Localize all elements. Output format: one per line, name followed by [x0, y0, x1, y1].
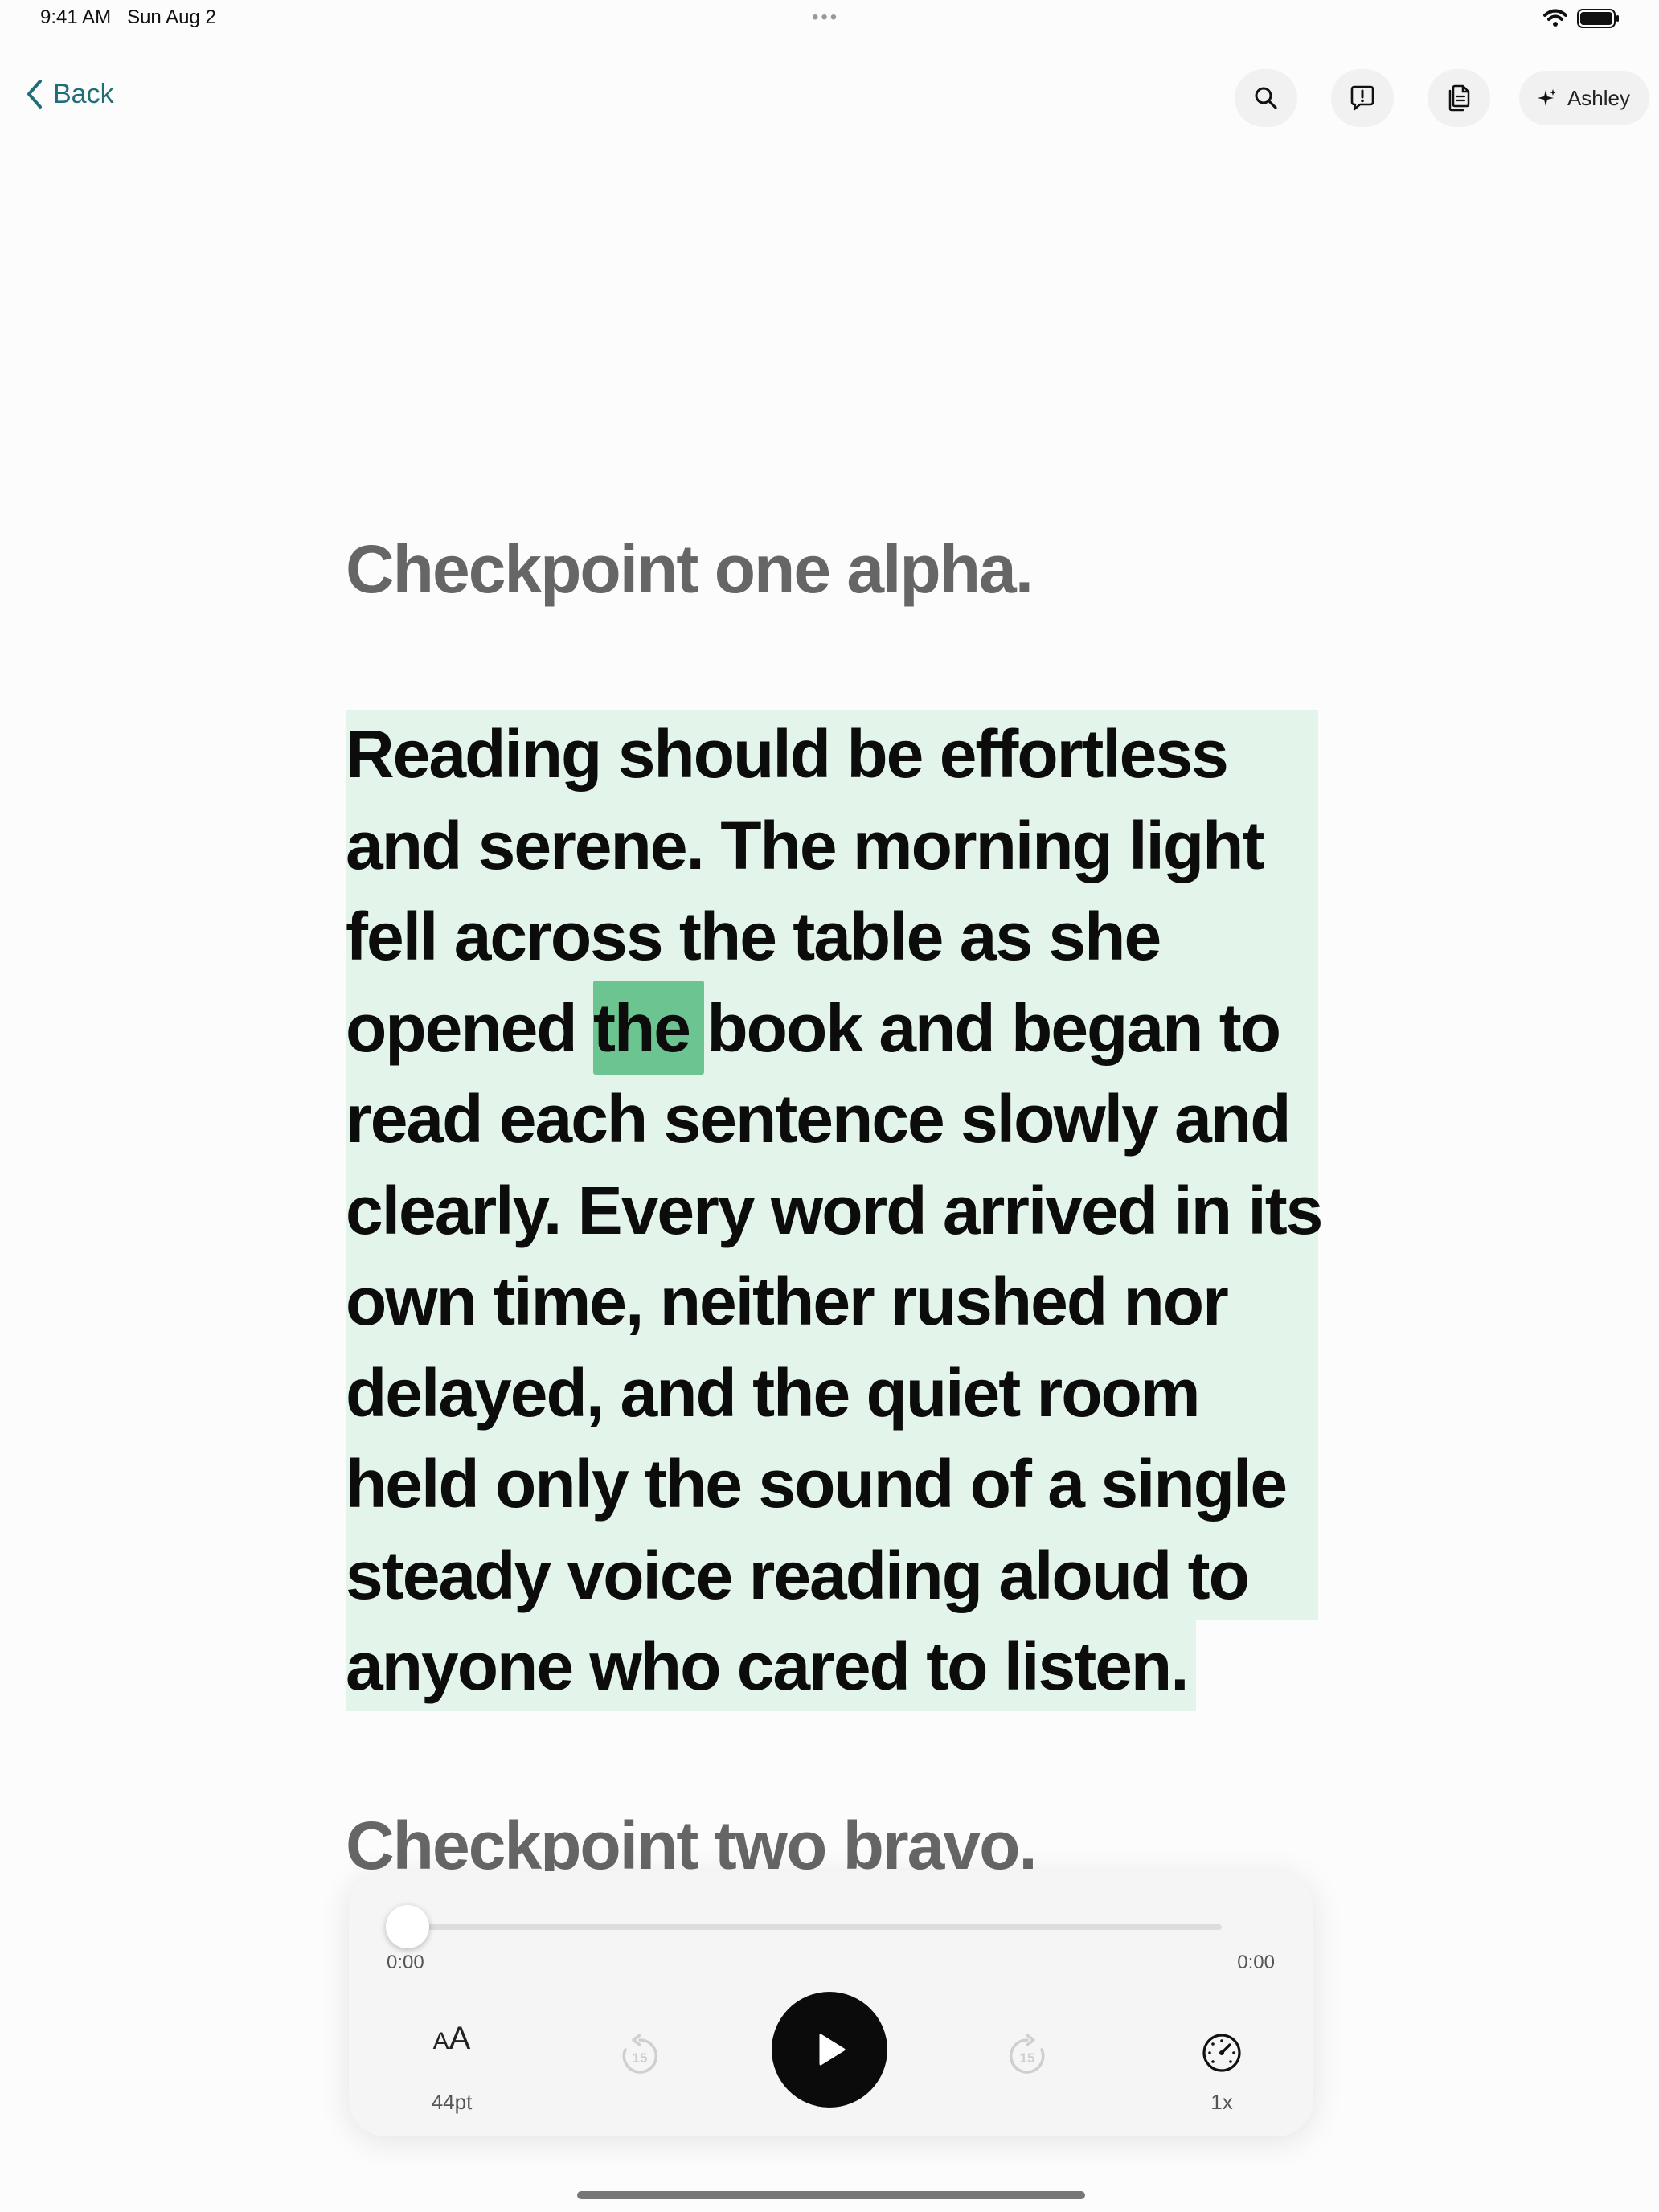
user-account-button[interactable]: Ashley [1518, 71, 1649, 125]
reading-paragraph[interactable]: Reading should be effortless and serene.… [346, 709, 1358, 1713]
toolbar: Ashley [1201, 69, 1649, 127]
skip-forward-15-icon: 15 [1009, 2034, 1045, 2074]
font-size-label: 44pt [431, 2090, 473, 2114]
next-section-heading: Checkpoint two bravo. [346, 1812, 1036, 1873]
skip-forward-seconds: 15 [1020, 2050, 1035, 2066]
documents-button[interactable] [1427, 69, 1490, 127]
playback-speed-button[interactable]: 1x [1198, 2029, 1246, 2117]
skip-back-15-icon: 15 [622, 2034, 658, 2074]
status-time: 9:41 AM Sun Aug 2 [40, 6, 216, 29]
home-indicator[interactable] [577, 2191, 1085, 2199]
section-heading: Checkpoint one alpha. [346, 531, 1034, 607]
status-indicators [1543, 8, 1620, 29]
time-total: 0:00 [1237, 1952, 1275, 1973]
play-button[interactable] [772, 1992, 887, 2108]
feedback-icon [1350, 85, 1374, 111]
sparkle-icon [1537, 89, 1556, 106]
chevron-left-icon [27, 80, 42, 109]
status-date: Sun Aug 2 [127, 6, 216, 28]
skip-back-seconds: 15 [633, 2050, 648, 2066]
feedback-button[interactable] [1330, 69, 1394, 127]
speed-label: 1x [1210, 2090, 1233, 2114]
wifi-icon [1543, 9, 1567, 27]
back-label: Back [53, 78, 114, 109]
time-elapsed: 0:00 [387, 1952, 424, 1973]
font-size-glyph: A [449, 2021, 471, 2056]
search-button[interactable] [1234, 69, 1297, 127]
battery-icon [1577, 9, 1619, 28]
status-clock: 9:41 AM [40, 6, 112, 28]
user-name: Ashley [1567, 85, 1630, 110]
audio-player: 0:00 0:00 AA 44pt 15 15 1x [349, 1871, 1313, 2136]
skip-back-button[interactable]: 15 [616, 2032, 664, 2080]
speedometer-icon [1202, 2034, 1241, 2072]
documents-icon [1448, 84, 1470, 112]
status-bar: 9:41 AM Sun Aug 2 ••• [0, 0, 1659, 40]
font-size-button[interactable]: AA 44pt [403, 2021, 500, 2117]
progress-thumb[interactable] [386, 1905, 429, 1948]
search-icon [1255, 87, 1277, 109]
progress-track[interactable] [408, 1924, 1222, 1930]
multitasking-dots[interactable]: ••• [812, 6, 839, 29]
font-size-icon: AA [432, 2021, 471, 2056]
back-button[interactable]: Back [24, 78, 114, 110]
play-icon [819, 2034, 846, 2066]
skip-forward-button[interactable]: 15 [1003, 2032, 1051, 2080]
